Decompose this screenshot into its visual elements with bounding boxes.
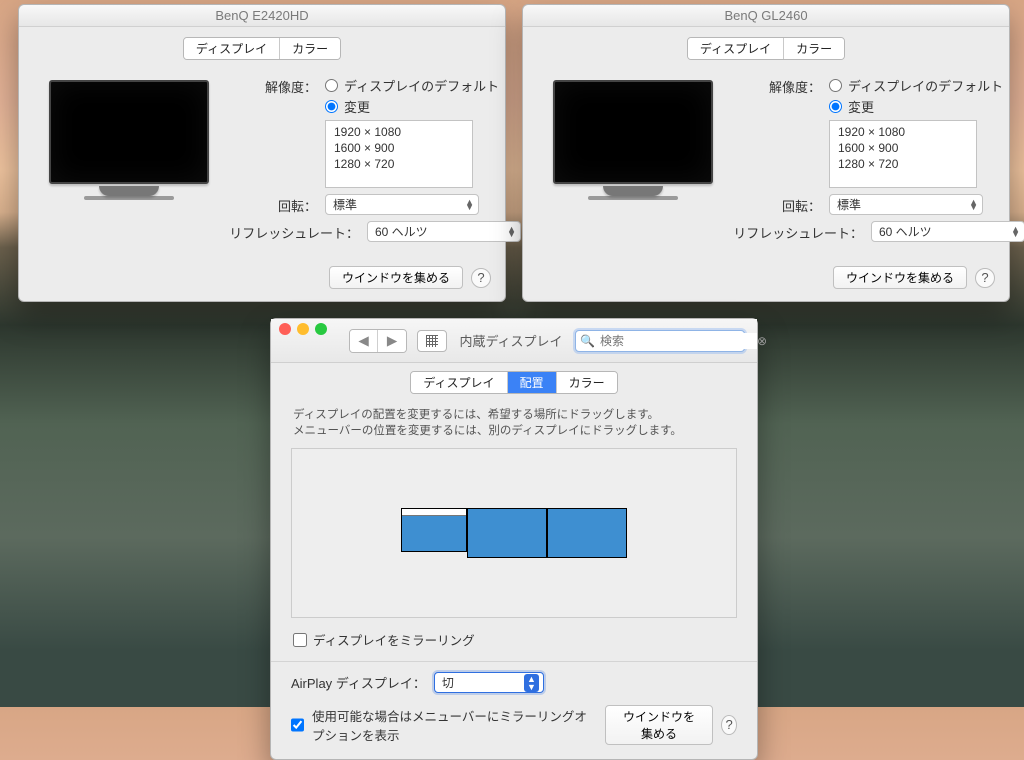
mirror-checkbox[interactable] xyxy=(293,633,307,647)
display-rect-main[interactable] xyxy=(401,508,467,552)
chevron-updown-icon: ▲▼ xyxy=(465,200,474,210)
search-icon: 🔍 xyxy=(580,334,595,348)
resolution-scaled-radio[interactable]: 変更 xyxy=(829,97,1003,116)
help-button[interactable]: ? xyxy=(471,268,491,288)
airplay-select[interactable]: 切 ▲▼ xyxy=(434,672,544,693)
resolution-scaled-radio[interactable]: 変更 xyxy=(325,97,499,116)
airplay-label: AirPlay ディスプレイ： xyxy=(291,673,426,692)
window-title: 内蔵ディスプレイ xyxy=(457,331,565,350)
tab-bar: ディスプレイ カラー xyxy=(19,27,505,72)
resolution-list[interactable]: 1920 × 1080 1600 × 900 1280 × 720 xyxy=(325,120,473,188)
chevron-updown-icon: ▲▼ xyxy=(507,227,516,237)
refresh-label: リフレッシュレート： xyxy=(731,222,871,242)
zoom-icon[interactable] xyxy=(315,323,327,335)
rotation-label: 回転： xyxy=(731,195,829,215)
chevron-updown-icon: ▲▼ xyxy=(524,674,539,692)
tab-bar: ディスプレイ 配置 カラー xyxy=(271,363,757,400)
resolution-default-radio[interactable]: ディスプレイのデフォルト xyxy=(325,76,499,95)
chevron-updown-icon: ▲▼ xyxy=(1011,227,1020,237)
nav-back-forward[interactable]: ◀ ▶ xyxy=(349,329,407,353)
arrangement-help-text: ディスプレイの配置を変更するには、希望する場所にドラッグします。 メニューバーの… xyxy=(271,400,757,448)
menubar-mirror-label: 使用可能な場合はメニューバーにミラーリングオプションを表示 xyxy=(312,706,589,744)
tab-display[interactable]: ディスプレイ xyxy=(411,372,507,393)
minimize-icon[interactable] xyxy=(297,323,309,335)
menubar-mirror-checkbox[interactable] xyxy=(291,718,304,732)
gather-windows-button[interactable]: ウインドウを集める xyxy=(605,705,714,745)
tab-color[interactable]: カラー xyxy=(557,372,617,393)
rotation-label: 回転： xyxy=(227,195,325,215)
resolution-option[interactable]: 1920 × 1080 xyxy=(830,124,976,140)
help-button[interactable]: ? xyxy=(721,715,737,735)
rotation-select[interactable]: 標準 ▲▼ xyxy=(325,194,479,215)
tab-bar: ディスプレイ カラー xyxy=(523,27,1009,72)
resolution-option[interactable]: 1600 × 900 xyxy=(326,140,472,156)
divider xyxy=(271,661,757,662)
close-icon[interactable] xyxy=(279,323,291,335)
resolution-default-radio[interactable]: ディスプレイのデフォルト xyxy=(829,76,1003,95)
refresh-select[interactable]: 60 ヘルツ ▲▼ xyxy=(871,221,1024,242)
refresh-select[interactable]: 60 ヘルツ ▲▼ xyxy=(367,221,521,242)
resolution-option[interactable]: 1280 × 720 xyxy=(326,156,472,172)
resolution-label: 解像度： xyxy=(227,76,325,96)
display-prefs-window-1: BenQ E2420HD ディスプレイ カラー 解像度： ディスプレイのデフォル… xyxy=(18,4,506,302)
forward-button[interactable]: ▶ xyxy=(378,330,406,352)
monitor-preview xyxy=(553,76,713,248)
chevron-updown-icon: ▲▼ xyxy=(969,200,978,210)
gather-windows-button[interactable]: ウインドウを集める xyxy=(329,266,463,289)
help-button[interactable]: ? xyxy=(975,268,995,288)
search-field[interactable]: 🔍 ⊗ xyxy=(575,330,745,352)
gather-windows-button[interactable]: ウインドウを集める xyxy=(833,266,967,289)
display-rect-secondary[interactable] xyxy=(547,508,627,558)
tab-display[interactable]: ディスプレイ xyxy=(184,38,280,59)
resolution-option[interactable]: 1280 × 720 xyxy=(830,156,976,172)
window-controls[interactable] xyxy=(279,323,327,335)
clear-icon[interactable]: ⊗ xyxy=(757,334,767,348)
display-rect-secondary[interactable] xyxy=(467,508,547,558)
refresh-label: リフレッシュレート： xyxy=(227,222,367,242)
tab-arrangement[interactable]: 配置 xyxy=(508,372,557,393)
resolution-list[interactable]: 1920 × 1080 1600 × 900 1280 × 720 xyxy=(829,120,977,188)
show-all-button[interactable] xyxy=(417,330,447,352)
window-toolbar: ◀ ▶ 内蔵ディスプレイ 🔍 ⊗ xyxy=(271,319,757,363)
arrangement-canvas[interactable] xyxy=(291,448,737,618)
resolution-option[interactable]: 1920 × 1080 xyxy=(326,124,472,140)
tab-display[interactable]: ディスプレイ xyxy=(688,38,784,59)
mirror-label: ディスプレイをミラーリング xyxy=(313,630,475,649)
resolution-label: 解像度： xyxy=(731,76,829,96)
builtin-display-window: ◀ ▶ 内蔵ディスプレイ 🔍 ⊗ ディスプレイ 配置 カラー ディスプレイの配置… xyxy=(270,318,758,760)
monitor-preview xyxy=(49,76,209,248)
display-prefs-window-2: BenQ GL2460 ディスプレイ カラー 解像度： ディスプレイのデフォルト… xyxy=(522,4,1010,302)
grid-icon xyxy=(426,335,438,347)
tab-color[interactable]: カラー xyxy=(784,38,844,59)
resolution-option[interactable]: 1600 × 900 xyxy=(830,140,976,156)
search-input[interactable] xyxy=(598,333,757,349)
tab-color[interactable]: カラー xyxy=(280,38,340,59)
window-title[interactable]: BenQ GL2460 xyxy=(523,5,1009,27)
rotation-select[interactable]: 標準 ▲▼ xyxy=(829,194,983,215)
back-button[interactable]: ◀ xyxy=(350,330,378,352)
window-title[interactable]: BenQ E2420HD xyxy=(19,5,505,27)
